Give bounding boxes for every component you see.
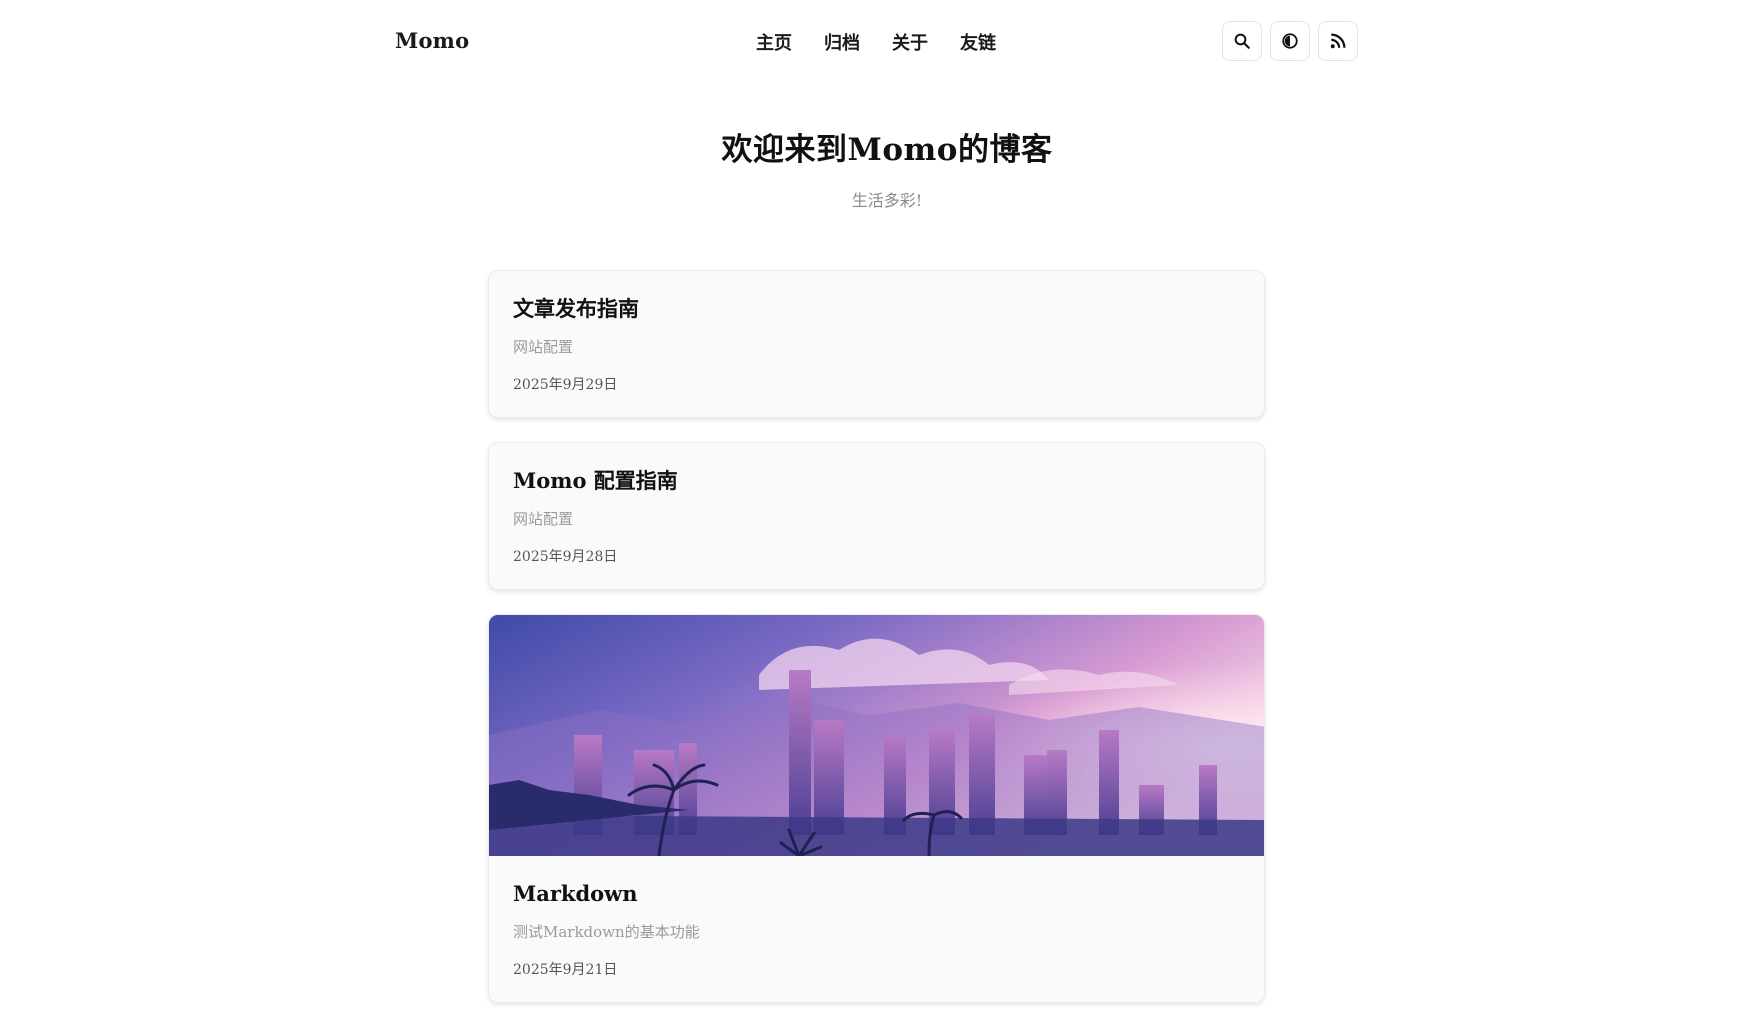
header-tools: [1222, 21, 1358, 61]
rss-icon: [1330, 33, 1346, 49]
nav-item-about[interactable]: 关于: [892, 29, 928, 55]
post-card-body: Markdown 测试Markdown的基本功能 2025年9月21日: [489, 856, 1264, 1002]
post-date: 2025年9月28日: [513, 549, 618, 566]
main-nav: 主页 归档 关于 友链: [756, 29, 996, 55]
theme-toggle-button[interactable]: [1270, 21, 1310, 61]
page-title: 欢迎来到Momo的博客: [721, 132, 1053, 168]
brand-logo-link[interactable]: Momo: [395, 28, 469, 53]
hero-section: 欢迎来到Momo的博客 生活多彩!: [0, 124, 1759, 211]
post-category: 网站配置: [513, 510, 574, 529]
rss-button[interactable]: [1318, 21, 1358, 61]
theme-toggle-icon: [1282, 33, 1298, 49]
post-category: 网站配置: [513, 338, 574, 357]
post-title[interactable]: Momo 配置指南: [513, 468, 1240, 493]
nav-item-archive[interactable]: 归档: [824, 29, 860, 55]
post-title[interactable]: 文章发布指南: [513, 296, 1240, 321]
site-header: Momo 主页 归档 关于 友链: [0, 0, 1759, 84]
post-list: 文章发布指南 网站配置 2025年9月29日 Momo 配置指南 网站配置 20…: [488, 270, 1265, 1027]
post-cover-image[interactable]: [489, 614, 1265, 856]
search-icon: [1234, 33, 1250, 49]
nav-item-friends[interactable]: 友链: [960, 29, 996, 55]
search-button[interactable]: [1222, 21, 1262, 61]
post-card-body: Momo 配置指南 网站配置 2025年9月28日: [489, 443, 1264, 589]
page-subtitle: 生活多彩!: [851, 191, 923, 210]
post-card[interactable]: Momo 配置指南 网站配置 2025年9月28日: [488, 441, 1265, 590]
post-title[interactable]: Markdown: [513, 881, 1240, 906]
post-date: 2025年9月29日: [513, 377, 618, 394]
post-card[interactable]: Markdown 测试Markdown的基本功能 2025年9月21日: [488, 613, 1265, 1003]
post-card[interactable]: 文章发布指南 网站配置 2025年9月29日: [488, 270, 1265, 418]
post-date: 2025年9月21日: [513, 962, 618, 979]
post-category: 测试Markdown的基本功能: [513, 923, 700, 942]
nav-item-home[interactable]: 主页: [756, 29, 792, 55]
post-card-body: 文章发布指南 网站配置 2025年9月29日: [489, 271, 1264, 417]
